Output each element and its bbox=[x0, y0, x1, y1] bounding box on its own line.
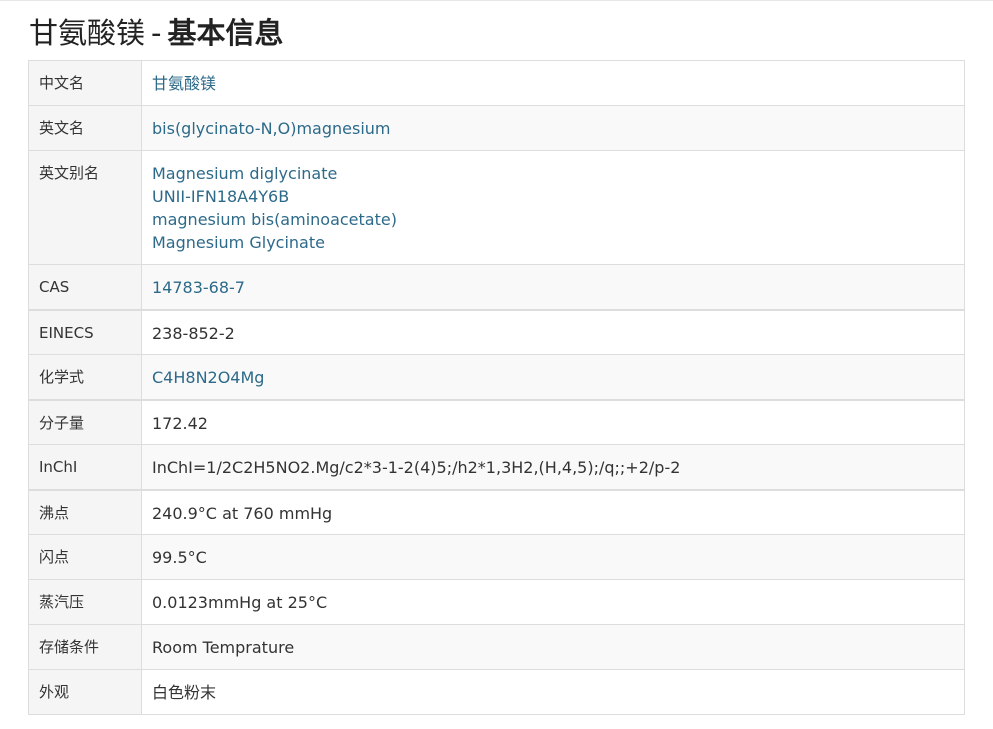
info-row: EINECS 238-852-2 bbox=[28, 308, 965, 355]
row-label: EINECS bbox=[28, 308, 142, 355]
row-label: 英文别名 bbox=[28, 150, 142, 265]
info-row: CAS 14783-68-7 bbox=[28, 264, 965, 310]
row-value: 240.9°C at 760 mmHg bbox=[141, 488, 965, 535]
row-value: 238-852-2 bbox=[141, 308, 965, 355]
compound-name: 甘氨酸镁 bbox=[29, 16, 146, 50]
top-divider bbox=[0, 0, 993, 1]
value-link[interactable]: magnesium bis(aminoacetate) bbox=[152, 208, 954, 231]
value-text: 白色粉末 bbox=[152, 683, 217, 702]
info-table-body: 中文名 甘氨酸镁 英文名 bis(glycinato-N,O)magnesium 英文别… bbox=[28, 60, 965, 715]
row-label: 外观 bbox=[28, 669, 142, 715]
info-row: 闪点 99.5°C bbox=[28, 534, 965, 580]
info-row: 外观 白色粉末 bbox=[28, 669, 965, 715]
value-text: 238-852-2 bbox=[152, 323, 235, 343]
row-value: bis(glycinato-N,O)magnesium bbox=[141, 105, 965, 151]
value-link[interactable]: Magnesium Glycinate bbox=[152, 231, 954, 254]
value-link[interactable]: bis(glycinato-N,O)magnesium bbox=[152, 117, 954, 140]
info-row: 蒸汽压 0.0123mmHg at 25°C bbox=[28, 579, 965, 625]
value-link[interactable]: 甘氨酸镁 bbox=[152, 72, 954, 95]
row-value: 172.42 bbox=[141, 398, 965, 445]
value-text: 0.0123mmHg at 25°C bbox=[152, 593, 328, 612]
row-value: Room Temprature bbox=[141, 624, 965, 670]
section-title: 基本信息 bbox=[167, 16, 284, 50]
row-label: 存储条件 bbox=[28, 624, 142, 670]
row-value: Magnesium diglycinate UNII-IFN18A4Y6B magn… bbox=[141, 150, 965, 265]
title-separator: - bbox=[151, 16, 162, 50]
value-text: InChI=1/2C2H5NO2.Mg/c2*3-1-2(4)5;/h2*1,3… bbox=[152, 458, 681, 477]
row-label: 闪点 bbox=[28, 534, 142, 580]
info-row: 分子量 172.42 bbox=[28, 398, 965, 445]
value-text: Room Temprature bbox=[152, 638, 295, 657]
value-text: 99.5°C bbox=[152, 548, 207, 567]
row-value: 甘氨酸镁 bbox=[141, 60, 965, 106]
basic-info-table: 中文名 甘氨酸镁 英文名 bis(glycinato-N,O)magnesium 英文别… bbox=[28, 60, 965, 715]
row-label: 英文名 bbox=[28, 105, 142, 151]
row-value: InChI=1/2C2H5NO2.Mg/c2*3-1-2(4)5;/h2*1,3… bbox=[141, 444, 965, 490]
info-row: InChI InChI=1/2C2H5NO2.Mg/c2*3-1-2(4)5;/h… bbox=[28, 444, 965, 490]
row-label: 沸点 bbox=[28, 488, 142, 535]
row-label: 化学式 bbox=[28, 354, 142, 400]
row-value: 0.0123mmHg at 25°C bbox=[141, 579, 965, 625]
value-link[interactable]: Magnesium diglycinate bbox=[152, 162, 954, 185]
info-row: 英文名 bis(glycinato-N,O)magnesium bbox=[28, 105, 965, 151]
info-row: 沸点 240.9°C at 760 mmHg bbox=[28, 488, 965, 535]
row-label: 中文名 bbox=[28, 60, 142, 106]
row-label: InChI bbox=[28, 444, 142, 490]
row-value: 14783-68-7 bbox=[141, 264, 965, 310]
row-label: 分子量 bbox=[28, 398, 142, 445]
info-row: 中文名 甘氨酸镁 bbox=[28, 60, 965, 106]
value-text: 240.9°C at 760 mmHg bbox=[152, 503, 333, 523]
info-row: 存储条件 Room Temprature bbox=[28, 624, 965, 670]
value-text: 172.42 bbox=[152, 413, 208, 433]
row-label: 蒸汽压 bbox=[28, 579, 142, 625]
info-row: 化学式 C4H8N2O4Mg bbox=[28, 354, 965, 400]
value-link[interactable]: 14783-68-7 bbox=[152, 276, 954, 299]
row-value: 白色粉末 bbox=[141, 669, 965, 715]
page-title: 甘氨酸镁 - 基本信息 bbox=[29, 11, 284, 55]
value-link[interactable]: UNII-IFN18A4Y6B bbox=[152, 185, 954, 208]
row-value: 99.5°C bbox=[141, 534, 965, 580]
row-label: CAS bbox=[28, 264, 142, 310]
info-row: 英文别名 Magnesium diglycinate UNII-IFN18A4Y6B… bbox=[28, 150, 965, 265]
value-link[interactable]: C4H8N2O4Mg bbox=[152, 366, 954, 389]
row-value: C4H8N2O4Mg bbox=[141, 354, 965, 400]
